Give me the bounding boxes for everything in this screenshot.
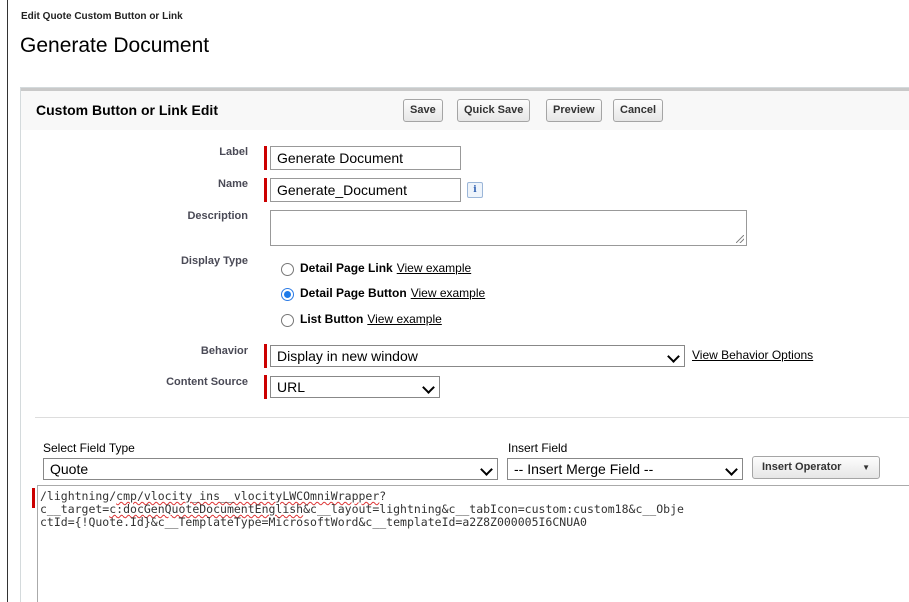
insert-operator-button[interactable]: Insert Operator ▼ <box>752 456 880 479</box>
view-example-link[interactable]: View example <box>367 312 441 326</box>
display-type-field-label: Display Type <box>180 255 248 267</box>
required-indicator <box>264 178 267 202</box>
panel-title: Custom Button or Link Edit <box>36 102 218 118</box>
label-field-label: Label <box>219 146 248 158</box>
name-input[interactable]: Generate_Document <box>270 178 461 202</box>
required-indicator <box>32 488 35 508</box>
option-label: Detail Page Link <box>300 261 393 275</box>
option-label: Detail Page Button <box>300 286 407 300</box>
code-line: ctId={!Quote.Id}&c__TemplateType=Microso… <box>40 515 587 529</box>
chevron-down-icon <box>422 381 435 394</box>
required-indicator <box>264 146 267 170</box>
radio-list-button[interactable] <box>281 314 294 327</box>
name-field-label: Name <box>218 178 248 190</box>
preview-button[interactable]: Preview <box>546 99 602 122</box>
option-label: List Button <box>300 312 364 326</box>
field-type-value: Quote <box>50 461 89 477</box>
display-type-option: Detail Page Link View example <box>300 261 471 275</box>
radio-detail-page-link[interactable] <box>281 263 294 276</box>
insert-operator-label: Insert Operator <box>762 461 842 473</box>
label-input[interactable]: Generate Document <box>270 146 461 170</box>
description-textarea[interactable] <box>270 210 747 246</box>
caret-down-icon: ▼ <box>862 463 870 472</box>
page-subtitle: Edit Quote Custom Button or Link <box>21 11 183 22</box>
behavior-value: Display in new window <box>277 348 418 364</box>
insert-field-select[interactable]: -- Insert Merge Field -- <box>507 458 743 480</box>
content-source-field-label: Content Source <box>166 376 248 388</box>
chevron-down-icon <box>480 463 493 476</box>
chevron-down-icon <box>725 463 738 476</box>
display-type-option: Detail Page Button View example <box>300 286 485 300</box>
content-source-select[interactable]: URL <box>270 376 440 398</box>
select-field-type-label: Select Field Type <box>43 441 135 455</box>
chevron-down-icon <box>667 350 680 363</box>
required-indicator <box>264 375 267 399</box>
section-divider <box>35 417 909 418</box>
radio-detail-page-button[interactable] <box>281 288 294 301</box>
field-type-select[interactable]: Quote <box>43 458 498 480</box>
view-example-link[interactable]: View example <box>397 261 471 275</box>
view-example-link[interactable]: View example <box>411 286 485 300</box>
description-field-label: Description <box>187 210 248 222</box>
behavior-field-label: Behavior <box>200 345 248 357</box>
required-indicator <box>264 344 267 368</box>
quick-save-button[interactable]: Quick Save <box>457 99 531 122</box>
formula-editor[interactable]: /lightning/cmp/vlocity_ins__vlocityLWCOm… <box>37 485 909 602</box>
insert-field-label: Insert Field <box>508 441 568 455</box>
display-type-option: List Button View example <box>300 312 442 326</box>
panel-header: Custom Button or Link Edit Save Quick Sa… <box>21 88 909 130</box>
behavior-select[interactable]: Display in new window <box>270 345 685 367</box>
save-button[interactable]: Save <box>403 99 443 122</box>
info-icon[interactable]: i <box>467 182 483 198</box>
page-title: Generate Document <box>20 34 210 57</box>
insert-field-value: -- Insert Merge Field -- <box>514 461 654 477</box>
cancel-button[interactable]: Cancel <box>613 99 664 122</box>
view-behavior-options-link[interactable]: View Behavior Options <box>692 348 813 362</box>
resize-grip-icon[interactable] <box>736 235 744 243</box>
content-source-value: URL <box>277 379 306 395</box>
